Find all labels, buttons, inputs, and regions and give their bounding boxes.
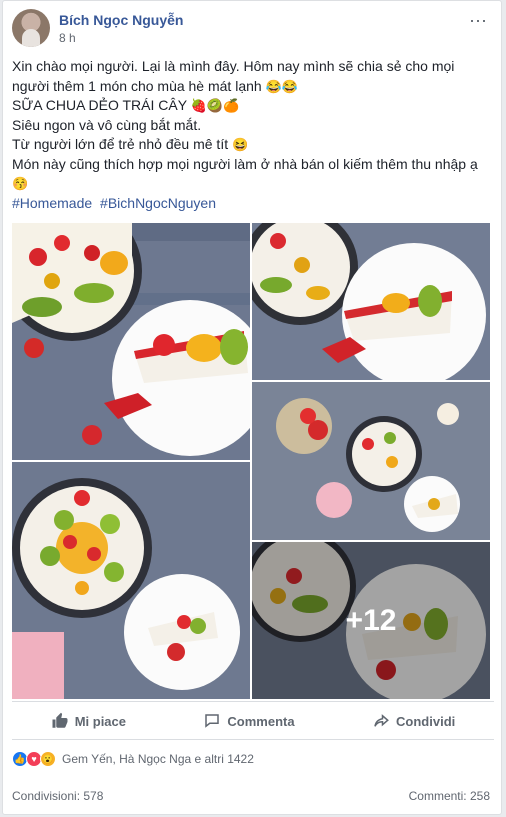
post-line-5: Từ người lớn để trẻ nhỏ đều mê tít 😆 <box>12 136 249 152</box>
post-line-4: Siêu ngon và vô cùng bắt mắt. <box>12 116 202 133</box>
post-actions: Mi piace Commenta Condividi <box>12 705 494 737</box>
post-text: Xin chào mọi người. Lại là mình đây. Hôm… <box>12 57 496 194</box>
post-line-2: người thêm 1 món cho mùa hè mát lạnh 😂😂 <box>12 77 298 94</box>
hashtags: #Homemade #BichNgocNguyen <box>12 195 220 211</box>
avatar[interactable] <box>12 9 50 47</box>
wow-reaction-icon: 😮 <box>40 751 56 767</box>
photo-1[interactable] <box>12 223 250 460</box>
photo-grid: +12 <box>12 223 490 699</box>
photo-3[interactable] <box>252 382 490 540</box>
shares-count[interactable]: Condivisioni: 578 <box>12 789 103 803</box>
reactions-summary[interactable]: 👍 ♥ 😮 Gem Yến, Hà Ngọc Nga e altri 1422 <box>12 749 254 769</box>
hashtag-homemade[interactable]: #Homemade <box>12 195 92 211</box>
photo-5[interactable]: +12 <box>252 542 490 699</box>
post-line-7: 😚 <box>12 174 496 194</box>
laugh-emoji-icon: 😂 <box>265 78 282 94</box>
divider-top <box>12 701 494 702</box>
post-header: Bích Ngọc Nguyễn 8 h ⋯ <box>12 9 492 49</box>
post-card: Bích Ngọc Nguyễn 8 h ⋯ Xin chào mọi ngườ… <box>2 0 502 815</box>
like-label: Mi piace <box>74 713 126 729</box>
comment-label: Commenta <box>227 713 295 729</box>
hashtag-bichngocnguyen[interactable]: #BichNgocNguyen <box>100 195 216 211</box>
post-time[interactable]: 8 h <box>59 31 76 45</box>
more-options-icon[interactable]: ⋯ <box>469 11 488 32</box>
comments-count[interactable]: Commenti: 258 <box>409 789 490 803</box>
divider-bottom <box>12 739 494 740</box>
post-line-3: SỮA CHUA DẺO TRÁI CÂY 🍓🥝🍊 <box>12 97 240 113</box>
post-counts: Condivisioni: 578 Commenti: 258 <box>12 789 490 803</box>
share-label: Condividi <box>396 713 456 729</box>
post-line-6: Món này cũng thích hợp mọi người làm ở n… <box>12 155 478 172</box>
comment-button[interactable]: Commenta <box>203 712 295 730</box>
kiwi-emoji-icon: 🥝 <box>206 98 224 113</box>
post-line-1: Xin chào mọi người. Lại là mình đây. Hôm… <box>12 58 455 74</box>
comment-icon <box>205 714 220 728</box>
share-button[interactable]: Condividi <box>372 712 455 730</box>
photo-2[interactable] <box>252 223 490 380</box>
share-icon <box>374 714 389 727</box>
blush-emoji-icon: 😚 <box>12 176 29 191</box>
author-name[interactable]: Bích Ngọc Nguyễn <box>59 12 183 28</box>
reactions-text[interactable]: Gem Yến, Hà Ngọc Nga e altri 1422 <box>62 752 254 766</box>
strawberry-emoji-icon: 🍓 <box>190 98 207 113</box>
like-button[interactable]: Mi piace <box>51 712 126 730</box>
more-photos-overlay[interactable]: +12 <box>252 542 490 699</box>
grin-emoji-icon: 😆 <box>232 137 249 152</box>
laugh-emoji-icon: 😂 <box>281 78 298 94</box>
photo-4[interactable] <box>12 462 250 699</box>
thumbs-up-icon <box>52 712 68 728</box>
orange-emoji-icon: 🍊 <box>223 98 240 113</box>
